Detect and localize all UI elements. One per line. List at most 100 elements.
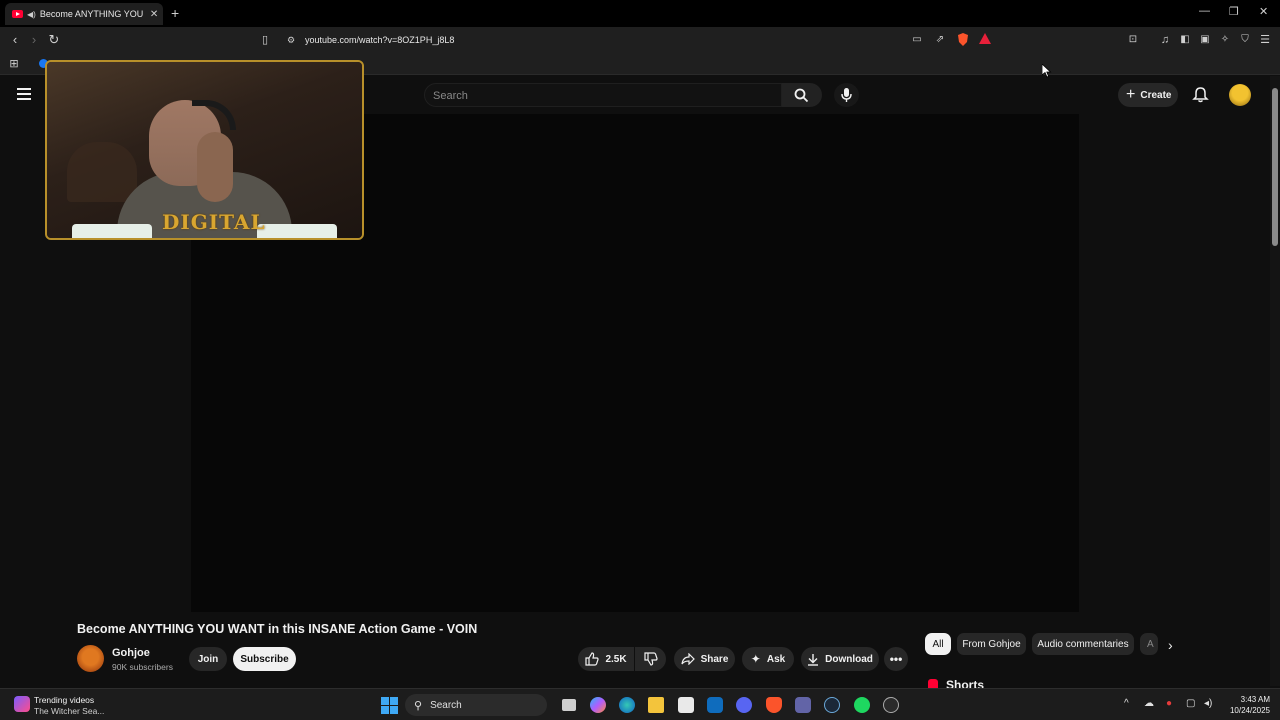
url-field[interactable]: youtube.com/watch?v=8OZ1PH_j8L8	[305, 35, 454, 45]
subscribe-button[interactable]: Subscribe	[233, 647, 296, 671]
reload-icon[interactable]: ↻	[47, 33, 61, 47]
voice-search-button[interactable]	[834, 83, 859, 107]
file-explorer-icon[interactable]	[648, 697, 664, 713]
video-title: Become ANYTHING YOU WANT in this INSANE …	[77, 622, 478, 636]
chip-audio-commentaries[interactable]: Audio commentaries	[1032, 633, 1134, 655]
scrollbar-thumb[interactable]	[1272, 88, 1278, 246]
restore-icon[interactable]: ❐	[1229, 5, 1239, 18]
app-icon[interactable]	[883, 697, 899, 713]
clock-time: 3:43 AM	[1240, 695, 1270, 704]
edge-icon[interactable]	[619, 697, 635, 713]
subscribe-label: Subscribe	[240, 653, 289, 665]
ask-button[interactable]: ✦ Ask	[742, 647, 794, 671]
search-input[interactable]	[433, 88, 763, 103]
more-actions-button[interactable]: •••	[884, 647, 908, 671]
channel-name[interactable]: Gohjoe	[112, 647, 150, 659]
webcam-person-hand	[197, 132, 233, 202]
store-icon[interactable]	[678, 697, 694, 713]
guide-menu-icon[interactable]	[17, 88, 31, 100]
clock-date: 10/24/2025	[1229, 706, 1270, 715]
mouse-cursor-icon	[1042, 64, 1052, 78]
join-label: Join	[197, 653, 219, 665]
new-tab-icon[interactable]: +	[171, 5, 179, 21]
thumbs-up-icon	[585, 652, 600, 666]
widget-subline[interactable]: The Witcher Sea...	[34, 706, 104, 716]
steam-icon[interactable]	[824, 697, 840, 713]
search-button[interactable]	[782, 83, 822, 107]
browser-tab-strip: ◀) Become ANYTHING YOU WA ✕ + — ❐ ✕	[0, 0, 1280, 27]
taskbar-search[interactable]: ⚲ Search	[405, 694, 547, 716]
discord-icon[interactable]	[736, 697, 752, 713]
share-button[interactable]: Share	[674, 647, 735, 671]
outlook-icon[interactable]	[707, 697, 723, 713]
download-label: Download	[825, 653, 873, 665]
ask-label: Ask	[766, 653, 786, 665]
task-view-icon[interactable]	[562, 699, 576, 711]
minimize-icon[interactable]: —	[1199, 5, 1210, 17]
cast-icon[interactable]: ▭	[910, 33, 924, 47]
bookmark-icon[interactable]: ▯	[258, 33, 272, 47]
volume-icon[interactable]: ◂)	[1204, 698, 1212, 709]
vpn-icon[interactable]: ⛉	[1238, 33, 1252, 47]
taskbar-search-icon: ⚲	[414, 699, 423, 712]
brave-taskbar-icon[interactable]	[766, 697, 782, 713]
share-icon	[680, 653, 695, 665]
tab-close-icon[interactable]: ✕	[150, 9, 158, 20]
spotify-icon[interactable]	[854, 697, 870, 713]
chip-from-channel[interactable]: From Gohjoe	[957, 633, 1026, 655]
media-icon[interactable]: ♫	[1158, 33, 1172, 47]
chevron-right-icon[interactable]: ›	[1168, 637, 1173, 653]
browser-toolbar: ‹ › ↻ ▯ ⚙ youtube.com/watch?v=8OZ1PH_j8L…	[0, 27, 1280, 54]
like-button[interactable]: 2.5K	[578, 647, 634, 671]
microphone-tray-icon[interactable]: ●	[1166, 698, 1172, 709]
notifications-bell-icon[interactable]	[1192, 86, 1209, 103]
brave-rewards-icon[interactable]	[979, 33, 993, 47]
widget-headline[interactable]: Trending videos	[34, 695, 94, 705]
teams-icon[interactable]	[795, 697, 811, 713]
network-icon[interactable]: ▢	[1186, 698, 1195, 709]
download-icon	[808, 653, 819, 666]
site-info-icon[interactable]: ⚙	[284, 33, 298, 47]
forward-icon[interactable]: ›	[27, 33, 41, 47]
brave-shield-icon[interactable]	[957, 33, 971, 47]
sidebar-toggle-icon[interactable]: ◧	[1178, 33, 1192, 47]
leo-ai-icon[interactable]: ✧	[1218, 33, 1232, 47]
browser-menu-icon[interactable]: ☰	[1258, 33, 1272, 47]
sparkle-icon: ✦	[750, 652, 761, 666]
speaker-icon[interactable]: ◀)	[27, 10, 36, 19]
dislike-button[interactable]	[635, 647, 666, 671]
apps-grid-icon[interactable]: ⊞	[7, 57, 21, 71]
chip-all[interactable]: All	[925, 633, 951, 655]
copilot-icon[interactable]	[590, 697, 606, 713]
taskbar-clock[interactable]: 3:43 AM 10/24/2025	[1222, 694, 1270, 716]
share-page-icon[interactable]: ⇗	[933, 33, 947, 47]
thumbs-down-icon	[643, 652, 658, 666]
account-avatar[interactable]	[1229, 84, 1251, 106]
join-button[interactable]: Join	[189, 647, 227, 671]
microphone-icon	[841, 88, 852, 102]
webcam-overlay: DIGITAL	[45, 60, 364, 240]
subscriber-count: 90K subscribers	[112, 662, 173, 672]
tab-title: Become ANYTHING YOU WA	[39, 9, 144, 19]
like-count: 2.5K	[605, 653, 627, 665]
windows-start-icon[interactable]	[381, 697, 398, 714]
webcam-label-right	[257, 224, 337, 238]
chip-partial[interactable]: A	[1140, 633, 1158, 655]
channel-avatar[interactable]	[77, 645, 104, 672]
webcam-label-left	[72, 224, 152, 238]
youtube-favicon-icon	[12, 10, 23, 18]
screenshot-icon[interactable]: ⊡	[1126, 33, 1140, 47]
tray-overflow-icon[interactable]: ^	[1124, 698, 1129, 709]
onedrive-icon[interactable]: ☁	[1144, 698, 1154, 709]
widgets-icon[interactable]	[14, 696, 30, 712]
wallet-icon[interactable]: ▣	[1198, 33, 1212, 47]
download-button[interactable]: Download	[801, 647, 879, 671]
more-horizontal-icon: •••	[889, 652, 903, 666]
back-icon[interactable]: ‹	[8, 33, 22, 47]
window-close-icon[interactable]: ✕	[1259, 5, 1268, 18]
os-taskbar: Trending videos The Witcher Sea... ⚲ Sea…	[0, 688, 1280, 720]
webcam-background-object	[67, 142, 137, 202]
webcam-logo-text: DIGITAL	[162, 210, 266, 234]
browser-tab-active[interactable]: ◀) Become ANYTHING YOU WA ✕	[5, 3, 163, 25]
create-button[interactable]: + Create	[1118, 83, 1178, 107]
